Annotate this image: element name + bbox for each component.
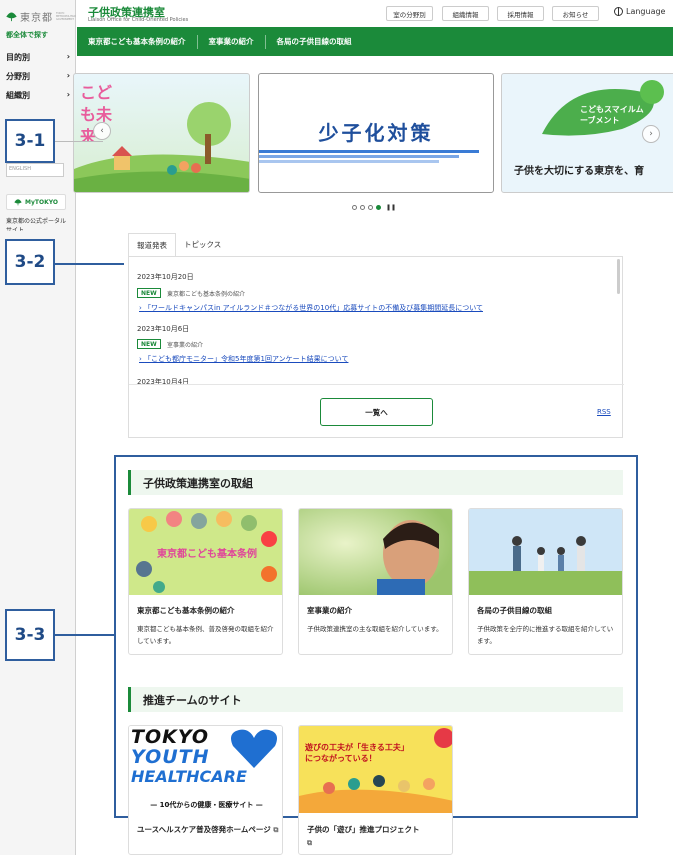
chevron-right-icon: › — [66, 52, 70, 61]
callout-line — [55, 263, 124, 265]
card-title[interactable]: 室事業の紹介 — [307, 605, 352, 616]
news-link[interactable]: › 「ワールドキャンパスin アイルランド＃つながる世界の10代」応募サイトの不… — [139, 303, 483, 313]
new-badge: NEW — [137, 339, 161, 349]
card-image-text: 遊びの工夫が「生きる工夫」につながっている！ — [305, 743, 409, 763]
header-button-organization[interactable]: 組織情報 — [442, 6, 489, 21]
header-button-news[interactable]: お知らせ — [552, 6, 599, 21]
card-title[interactable]: 各局の子供目線の取組 — [477, 605, 552, 616]
card-ordinance[interactable]: 東京都こども基本条例 東京都こども基本条例の紹介 東京都こども基本条例、普及啓発… — [128, 508, 283, 655]
logo-subtext: TOKYO METROPOLITAN GOVERNMENT — [56, 12, 76, 21]
language-button[interactable]: Language — [614, 7, 665, 16]
slide3-caption: 子供を大切にする東京を、育 — [514, 166, 645, 177]
scrollbar[interactable] — [617, 259, 620, 294]
section-heading-team-sites: 推進チームのサイト — [128, 687, 623, 712]
external-link-icon: ⧉ — [307, 839, 312, 847]
mytokyo-description: 東京都の公式ポータルサイト — [6, 218, 67, 231]
more-news-button[interactable]: 一覧へ — [320, 398, 433, 426]
callout-label: 3-2 — [5, 239, 55, 285]
card-image — [299, 726, 452, 813]
search-all-label: 都全体で探す — [6, 31, 48, 39]
card-description: 東京都こども基本条例、普及啓発の取組を紹介しています。 — [137, 625, 274, 645]
header-button-recruitment[interactable]: 採用情報 — [497, 6, 544, 21]
heart-icon — [231, 729, 277, 768]
section-heading-initiatives: 子供政策連携室の取組 — [128, 470, 623, 495]
carousel-dot[interactable] — [360, 205, 365, 210]
news-category: 東京都こども基本条例の紹介 — [167, 291, 246, 298]
card-image: TOKYO YOUTH HEALTHCARE — 10代からの健康・医療サイト … — [129, 726, 282, 813]
slide2-text: 少子化対策 — [318, 121, 434, 145]
gnav-item-ordinance[interactable]: 東京都こども基本条例の紹介 — [77, 34, 198, 49]
mytokyo-button[interactable]: MyTOKYO — [6, 194, 66, 210]
pause-icon[interactable]: ❚❚ — [386, 204, 396, 211]
card-image — [469, 509, 622, 595]
gnav-item-bureaus[interactable]: 各局の子供目線の取組 — [266, 35, 363, 49]
carousel-next-button[interactable]: › — [642, 125, 660, 143]
tokyo-logo[interactable]: 東京都 TOKYO METROPOLITAN GOVERNMENT — [6, 9, 76, 24]
callout-line — [55, 634, 115, 636]
new-badge: NEW — [137, 288, 161, 298]
callout-label: 3-3 — [5, 609, 55, 661]
card-description: 子供政策連携室の主な取組を紹介しています。 — [307, 625, 443, 633]
carousel-dot-active[interactable] — [376, 205, 381, 210]
news-list[interactable]: 2023年10月20日 NEW 東京都こども基本条例の紹介 › 「ワールドキャン… — [129, 257, 624, 385]
news-panel: 2023年10月20日 NEW 東京都こども基本条例の紹介 › 「ワールドキャン… — [128, 256, 624, 438]
callout-line — [55, 141, 103, 142]
card-description: 子供政策を全庁的に推進する取組を紹介しています。 — [477, 625, 614, 645]
sidebar-item-purpose[interactable]: 目的別 › — [6, 52, 70, 63]
card-image — [299, 509, 452, 595]
chevron-right-icon: › — [66, 90, 70, 99]
card-title[interactable]: 子供の「遊び」推進プロジェクト ⧉ — [307, 823, 449, 850]
external-link-icon: ⧉ — [273, 826, 279, 834]
news-date: 2023年10月6日 — [137, 325, 190, 333]
card-bureaus[interactable]: 各局の子供目線の取組 子供政策を全庁的に推進する取組を紹介しています。 — [468, 508, 623, 655]
tab-press-release[interactable]: 報道発表 — [128, 233, 176, 256]
card-play-project[interactable]: 遊びの工夫が「生きる工夫」につながっている！ 子供の「遊び」推進プロジェクト ⧉ — [298, 725, 453, 855]
sidebar-item-organization[interactable]: 組織別 › — [6, 90, 70, 101]
slide3-badge: こどもスマイルムーブメント — [580, 105, 644, 125]
carousel-dot[interactable] — [352, 205, 357, 210]
carousel-prev-button[interactable]: ‹ — [93, 122, 111, 140]
news-tabs: 報道発表 トピックス — [128, 233, 229, 256]
sidebar-item-field[interactable]: 分野別 › — [6, 71, 70, 82]
header-button-fields[interactable]: 室の分野別 — [386, 6, 433, 21]
carousel-dots: ❚❚ — [352, 204, 396, 211]
card-title[interactable]: ユースヘルスケア普及啓発ホームページ ⧉ — [137, 823, 279, 837]
rss-link[interactable]: RSS — [597, 408, 611, 416]
site-subtitle: Liaison Office for Child-Oriented Polici… — [88, 17, 189, 23]
tab-topics[interactable]: トピックス — [176, 233, 229, 256]
logo-text: 東京都 — [20, 13, 53, 24]
chevron-right-icon: › — [66, 71, 70, 80]
news-link[interactable]: › 「こども都庁モニター」令和5年度第1回アンケート結果について — [139, 354, 348, 364]
card-title[interactable]: 東京都こども基本条例の紹介 — [137, 605, 235, 616]
site-header: 子供政策連携室 Liaison Office for Child-Oriente… — [77, 0, 673, 27]
card-youth-healthcare[interactable]: TOKYO YOUTH HEALTHCARE — 10代からの健康・医療サイト … — [128, 725, 283, 855]
ginkgo-icon — [14, 198, 22, 205]
card-projects[interactable]: 室事業の紹介 子供政策連携室の主な取組を紹介しています。 — [298, 508, 453, 655]
global-nav: 東京都こども基本条例の紹介 室事業の紹介 各局の子供目線の取組 — [77, 27, 673, 56]
carousel-slide-active[interactable]: 少子化対策 — [258, 73, 494, 193]
ginkgo-icon — [6, 11, 17, 21]
news-category: 室事業の紹介 — [167, 342, 204, 349]
hero-carousel: こども未来 少子化対策 こどもスマイルムーブメント 子供を大切にする東京を、育 … — [73, 69, 673, 197]
news-date: 2023年10月4日 — [137, 378, 190, 385]
carousel-dot[interactable] — [368, 205, 373, 210]
news-date: 2023年10月20日 — [137, 273, 194, 281]
card-image-text: 東京都こども基本条例 — [157, 549, 257, 560]
globe-icon — [614, 7, 623, 16]
sidebar-language-box[interactable]: ENGLISH — [6, 163, 64, 177]
gnav-item-projects[interactable]: 室事業の紹介 — [198, 34, 266, 49]
callout-label: 3-1 — [5, 119, 55, 163]
